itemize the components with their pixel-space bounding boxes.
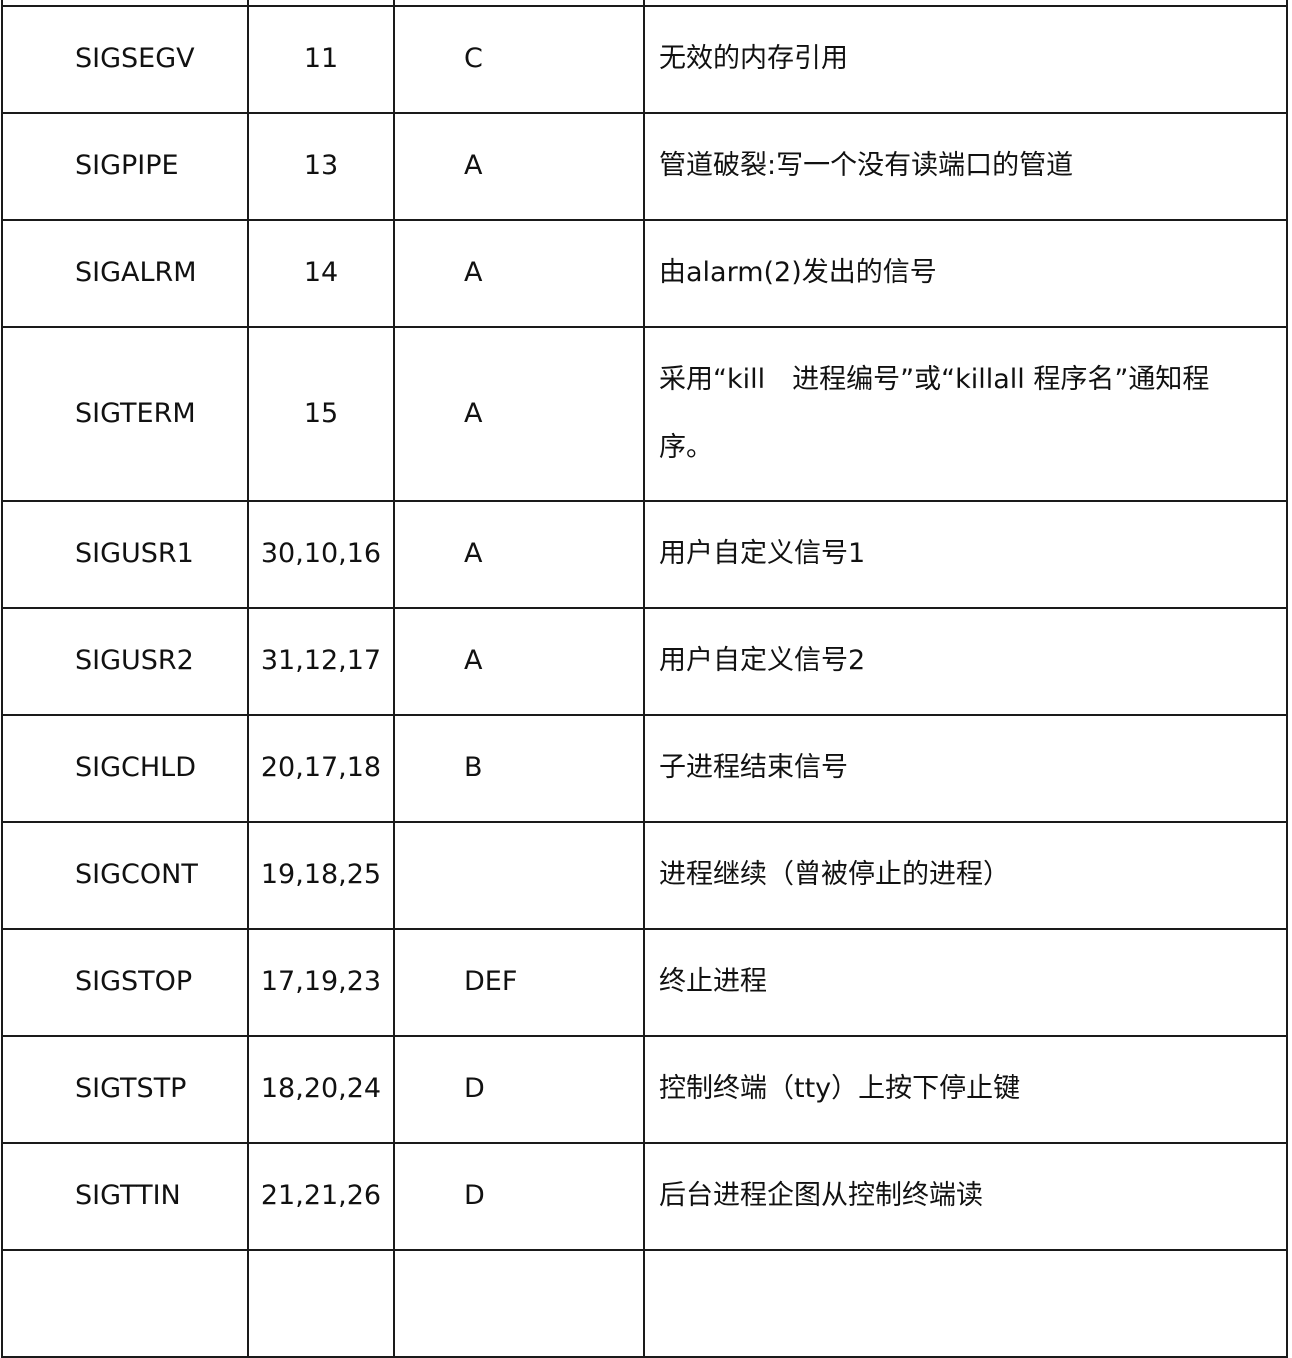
signal-number-cell: 18,20,24	[247, 1035, 395, 1144]
signal-number-cell: 30,10,16	[247, 500, 395, 609]
signal-name-cell: SIGTSTP	[1, 1035, 249, 1144]
table-row: SIGALRM 14 A 由alarm(2)发出的信号	[1, 219, 1288, 328]
table-row: SIGUSR2 31,12,17 A 用户自定义信号2	[1, 607, 1288, 716]
signal-action-cell: B	[393, 714, 645, 823]
table-row: SIGPIPE 13 A 管道破裂:写一个没有读端口的管道	[1, 112, 1288, 221]
signal-name-cell: SIGPIPE	[1, 112, 249, 221]
table-row: SIGUSR1 30,10,16 A 用户自定义信号1	[1, 500, 1288, 609]
signal-description-cell: 管道破裂:写一个没有读端口的管道	[643, 112, 1288, 221]
signal-number-cell: 15	[247, 326, 395, 502]
signal-name-cell	[1, 1249, 249, 1358]
signal-number-cell: 14	[247, 219, 395, 328]
signal-name-cell: SIGALRM	[1, 219, 249, 328]
signal-action-cell: D	[393, 1035, 645, 1144]
table-row: SIGCHLD 20,17,18 B 子进程结束信号	[1, 714, 1288, 823]
signal-number-cell: 19,18,25	[247, 821, 395, 930]
signal-number-cell	[247, 1249, 395, 1358]
signal-description-cell: 进程继续（曾被停止的进程）	[643, 821, 1288, 930]
signal-action-cell: A	[393, 112, 645, 221]
signal-description-cell: 用户自定义信号1	[643, 500, 1288, 609]
signal-name-cell: SIGCONT	[1, 821, 249, 930]
signal-description-cell: 控制终端（tty）上按下停止键	[643, 1035, 1288, 1144]
signal-description-cell	[643, 1249, 1288, 1358]
signal-action-cell: C	[393, 5, 645, 114]
signal-action-cell: A	[393, 326, 645, 502]
signal-name-cell: SIGTTIN	[1, 1142, 249, 1251]
signal-name-cell: SIGCHLD	[1, 714, 249, 823]
signal-action-cell: D	[393, 1142, 645, 1251]
table-row: SIGCONT 19,18,25 进程继续（曾被停止的进程）	[1, 821, 1288, 930]
signal-name-cell: SIGTERM	[1, 326, 249, 502]
signal-description-cell: 后台进程企图从控制终端读	[643, 1142, 1288, 1251]
signal-description-cell: 子进程结束信号	[643, 714, 1288, 823]
signal-action-cell: A	[393, 607, 645, 716]
signal-description-cell: 用户自定义信号2	[643, 607, 1288, 716]
signal-description-cell: 无效的内存引用	[643, 5, 1288, 114]
signal-name-cell: SIGSEGV	[1, 5, 249, 114]
signal-action-cell	[393, 821, 645, 930]
signal-action-cell: A	[393, 500, 645, 609]
signal-description-cell: 终止进程	[643, 928, 1288, 1037]
signal-number-cell: 13	[247, 112, 395, 221]
signal-number-cell: 21,21,26	[247, 1142, 395, 1251]
table-row: SIGTERM 15 A 采用“kill 进程编号”或“killall 程序名”…	[1, 326, 1288, 502]
signal-table: SIGSEGV 11 C 无效的内存引用 SIGPIPE 13 A 管道破裂:写…	[1, 0, 1288, 1358]
signal-table-container: SIGSEGV 11 C 无效的内存引用 SIGPIPE 13 A 管道破裂:写…	[0, 0, 1288, 1358]
signal-number-cell: 31,12,17	[247, 607, 395, 716]
signal-description-cell: 由alarm(2)发出的信号	[643, 219, 1288, 328]
signal-name-cell: SIGSTOP	[1, 928, 249, 1037]
table-row: SIGTSTP 18,20,24 D 控制终端（tty）上按下停止键	[1, 1035, 1288, 1144]
table-row	[1, 1249, 1288, 1358]
signal-number-cell: 17,19,23	[247, 928, 395, 1037]
table-row: SIGSEGV 11 C 无效的内存引用	[1, 5, 1288, 114]
signal-name-cell: SIGUSR1	[1, 500, 249, 609]
signal-name-cell: SIGUSR2	[1, 607, 249, 716]
table-row: SIGTTIN 21,21,26 D 后台进程企图从控制终端读	[1, 1142, 1288, 1251]
signal-number-cell: 20,17,18	[247, 714, 395, 823]
signal-action-cell	[393, 1249, 645, 1358]
table-row: SIGSTOP 17,19,23 DEF 终止进程	[1, 928, 1288, 1037]
signal-description-cell: 采用“kill 进程编号”或“killall 程序名”通知程序。	[643, 326, 1288, 502]
signal-action-cell: DEF	[393, 928, 645, 1037]
signal-action-cell: A	[393, 219, 645, 328]
signal-number-cell: 11	[247, 5, 395, 114]
